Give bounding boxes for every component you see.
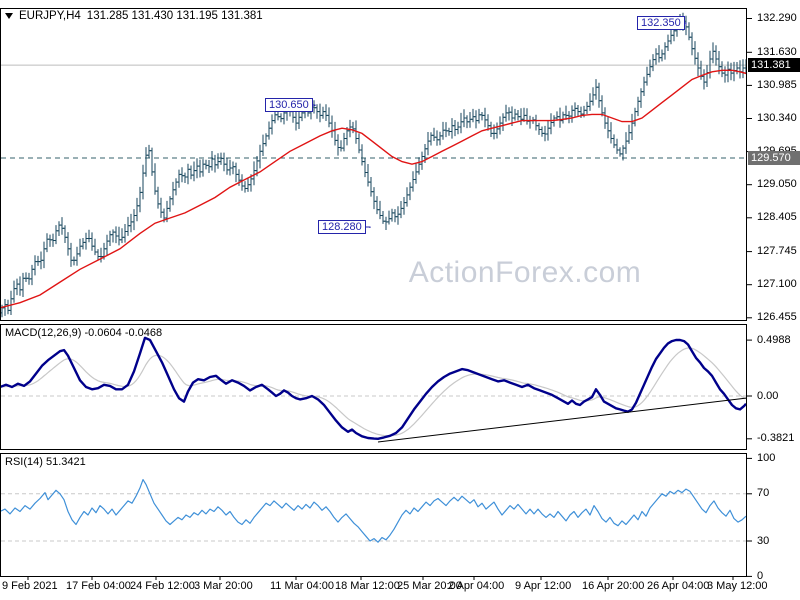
- macd-tick-label: 0.4988: [757, 334, 791, 346]
- price-tick-label: 126.455: [757, 311, 797, 323]
- price-annotation-low[interactable]: 128.280: [318, 220, 366, 234]
- rsi-tick-label: 70: [757, 487, 770, 499]
- price-tick-label: 131.630: [757, 46, 797, 58]
- price-tick-label: 130.985: [757, 79, 797, 91]
- time-tick-label: 26 Apr 04:00: [647, 580, 710, 592]
- symbol-label: EURJPY,H4: [19, 10, 81, 22]
- time-tick-label: 16 Apr 20:00: [582, 580, 645, 592]
- price-tick-label: 127.100: [757, 278, 797, 290]
- time-tick-label: 3 May 12:00: [707, 580, 768, 592]
- symbol-dropdown-icon[interactable]: [5, 13, 13, 19]
- time-tick-label: 9 Apr 12:00: [515, 580, 572, 592]
- time-tick-label: 24 Feb 12:00: [130, 580, 195, 592]
- chart-title-row: EURJPY,H4 131.285 131.430 131.195 131.38…: [5, 10, 263, 22]
- current-price-badge: 131.381: [748, 58, 800, 72]
- macd-tick-label: -0.3821: [757, 432, 795, 444]
- price-tick-label: 127.745: [757, 245, 797, 257]
- time-tick-label: 17 Feb 04:00: [66, 580, 131, 592]
- time-tick-label: 9 Feb 2021: [2, 580, 58, 592]
- price-annotation-mid[interactable]: 130.650: [265, 98, 313, 112]
- time-tick-label: 11 Mar 04:00: [270, 580, 335, 592]
- chart-window: EURJPY,H4 131.285 131.430 131.195 131.38…: [0, 0, 800, 600]
- time-tick-label: 18 Mar 12:00: [335, 580, 400, 592]
- ohlc-quote: 131.285 131.430 131.195 131.381: [86, 10, 263, 22]
- chart-canvas[interactable]: [0, 0, 800, 600]
- macd-indicator-label: MACD(12,26,9) -0.0604 -0.0468: [5, 327, 163, 339]
- rsi-tick-label: 100: [757, 452, 776, 464]
- macd-tick-label: 0.00: [757, 390, 779, 402]
- price-tick-label: 130.340: [757, 112, 797, 124]
- price-annotation-high[interactable]: 132.350: [637, 16, 685, 30]
- time-tick-label: 3 Mar 20:00: [194, 580, 253, 592]
- time-tick-label: 2 Apr 04:00: [448, 580, 505, 592]
- rsi-indicator-label: RSI(14) 51.3421: [5, 456, 86, 468]
- support-price-badge: 129.570: [748, 151, 800, 165]
- price-tick-label: 132.290: [757, 12, 797, 24]
- rsi-tick-label: 30: [757, 535, 770, 547]
- price-tick-label: 129.050: [757, 178, 797, 190]
- price-tick-label: 128.405: [757, 211, 797, 223]
